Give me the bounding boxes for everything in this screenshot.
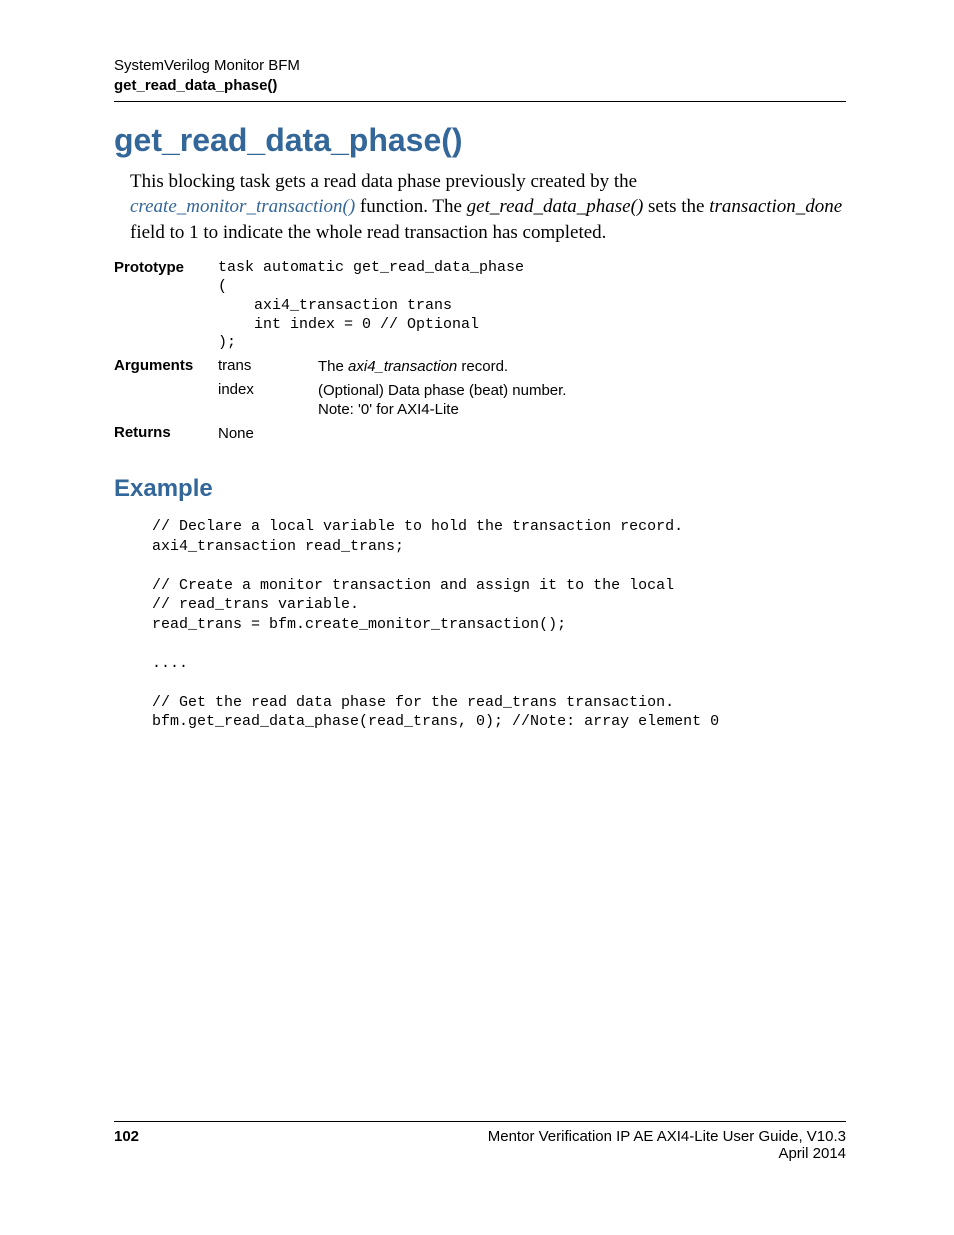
intro-text-pre: This blocking task gets a read data phas…: [130, 171, 637, 192]
page-title: get_read_data_phase(): [114, 122, 846, 159]
intro-text-post: field to 1 to indicate the whole read tr…: [130, 222, 606, 243]
page: SystemVerilog Monitor BFM get_read_data_…: [0, 0, 954, 1192]
page-footer: 102 Mentor Verification IP AE AXI4-Lite …: [114, 1121, 846, 1162]
arg-desc-index: (Optional) Data phase (beat) number. Not…: [318, 381, 574, 424]
arg-desc-index-line2: Note: '0' for AXI4-Lite: [318, 400, 566, 420]
label-returns: Returns: [114, 424, 218, 448]
prototype-code: task automatic get_read_data_phase ( axi…: [218, 259, 574, 357]
footer-rule: [114, 1121, 846, 1122]
intro-link[interactable]: create_monitor_transaction(): [130, 196, 355, 217]
arg-desc-trans: The axi4_transaction record.: [318, 357, 574, 381]
intro-text-mid: function. The: [355, 196, 467, 217]
label-arguments: Arguments: [114, 357, 218, 381]
footer-guide: Mentor Verification IP AE AXI4-Lite User…: [488, 1128, 846, 1145]
row-arguments-2: index (Optional) Data phase (beat) numbe…: [114, 381, 574, 424]
returns-value: None: [218, 424, 574, 448]
footer-row: 102 Mentor Verification IP AE AXI4-Lite …: [114, 1128, 846, 1162]
arg-desc-trans-post: record.: [457, 358, 508, 375]
arg-name-index: index: [218, 381, 318, 424]
intro-ital1: get_read_data_phase(): [467, 196, 644, 217]
footer-page-number: 102: [114, 1128, 139, 1162]
footer-right: Mentor Verification IP AE AXI4-Lite User…: [488, 1128, 846, 1162]
page-header: SystemVerilog Monitor BFM get_read_data_…: [114, 56, 846, 97]
example-heading: Example: [114, 475, 846, 503]
row-returns: Returns None: [114, 424, 574, 448]
intro-paragraph: This blocking task gets a read data phas…: [130, 169, 846, 246]
arg-name-trans: trans: [218, 357, 318, 381]
header-rule: [114, 101, 846, 102]
intro-ital2: transaction_done: [709, 196, 842, 217]
arg-desc-trans-pre: The: [318, 358, 348, 375]
arg-desc-index-line1: (Optional) Data phase (beat) number.: [318, 381, 566, 401]
header-chapter: SystemVerilog Monitor BFM: [114, 56, 846, 76]
row-arguments-1: Arguments trans The axi4_transaction rec…: [114, 357, 574, 381]
intro-text-mid2: sets the: [643, 196, 709, 217]
label-prototype: Prototype: [114, 259, 218, 357]
definition-table: Prototype task automatic get_read_data_p…: [114, 259, 574, 447]
footer-date: April 2014: [488, 1145, 846, 1162]
example-code: // Declare a local variable to hold the …: [152, 517, 846, 732]
arg-desc-trans-ital: axi4_transaction: [348, 358, 457, 375]
row-prototype: Prototype task automatic get_read_data_p…: [114, 259, 574, 357]
header-section: get_read_data_phase(): [114, 76, 846, 96]
